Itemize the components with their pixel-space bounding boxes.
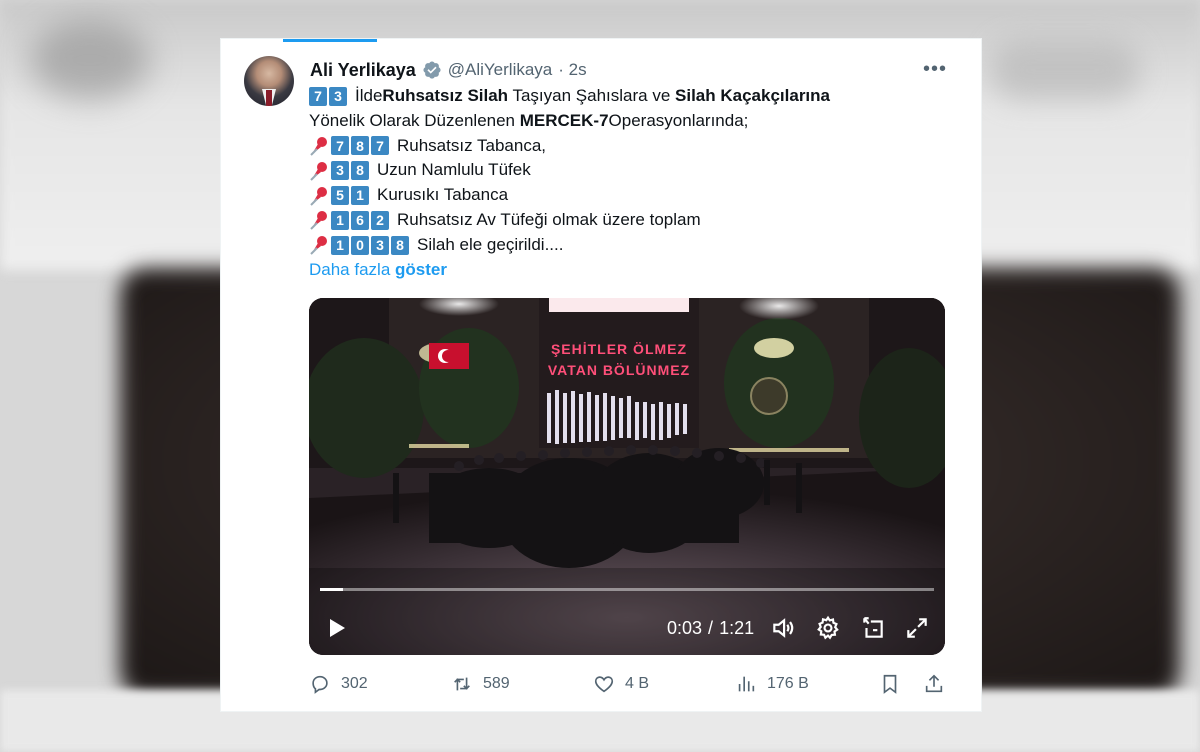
keycap-group: 1 6 2 <box>331 210 391 230</box>
heart-icon <box>594 676 614 693</box>
like-count: 4 B <box>625 675 650 692</box>
video-time: 0:03 / 1:21 <box>667 616 754 640</box>
author-name[interactable]: Ali Yerlikaya <box>310 60 416 81</box>
repost-count: 589 <box>483 675 510 692</box>
text-segment: İlde <box>355 86 383 105</box>
current-time: 0:03 <box>667 617 703 638</box>
list-item-text: Ruhsatsız Av Tüfeği olmak üzere toplam <box>397 209 701 229</box>
repost-button[interactable]: 589 <box>451 671 510 697</box>
list-item-text: Silah ele geçirildi.... <box>417 234 564 254</box>
pushpin-icon <box>310 211 327 231</box>
keycap-digit: 7 <box>331 136 349 156</box>
video-player[interactable]: ŞEHİTLER ÖLMEZ VATAN BÖLÜNMEZ 0:03 / 1:2… <box>309 298 945 655</box>
keycap-digit: 8 <box>351 161 369 181</box>
keycap-group: 1 0 3 8 <box>331 235 411 255</box>
bold-segment: Ruhsatsız Silah <box>382 86 509 105</box>
tweet-header: Ali Yerlikaya @AliYerlikaya · 2s <box>310 58 587 82</box>
keycap-digit: 3 <box>371 235 389 255</box>
keycap-digit: 5 <box>331 186 349 206</box>
like-button[interactable]: 4 B <box>593 671 649 697</box>
keycap-digit: 1 <box>351 186 369 206</box>
bold-segment: MERCEK-7 <box>519 110 609 130</box>
video-progress-fill <box>320 588 343 591</box>
bookmark-icon <box>883 674 897 694</box>
keycap-digit: 7 <box>371 136 389 156</box>
keycap-digit: 3 <box>331 161 349 181</box>
tweet-line-1: 7 3 İlde Ruhsatsız Silah Taşıyan Şahısla… <box>309 84 959 109</box>
picture-in-picture-icon[interactable] <box>860 615 886 641</box>
share-icon <box>925 674 943 693</box>
tweet-time[interactable]: · 2s <box>558 60 586 80</box>
repost-icon <box>454 677 470 691</box>
share-button[interactable] <box>923 671 945 697</box>
views-button[interactable]: 176 B <box>735 671 809 697</box>
keycap-digit: 6 <box>351 210 369 230</box>
keycap-group: 7 8 7 <box>331 136 391 156</box>
show-more-text: Daha fazla <box>309 259 395 279</box>
video-progress-bar[interactable] <box>320 588 934 591</box>
list-item: 3 8 Uzun Namlulu Tüfek <box>309 158 959 183</box>
reply-count: 302 <box>341 675 368 692</box>
pushpin-icon <box>310 161 327 181</box>
keycap-digit: 2 <box>371 210 389 230</box>
video-controls: 0:03 / 1:21 <box>309 608 945 648</box>
avatar[interactable] <box>244 56 294 106</box>
tweet-card: Ali Yerlikaya @AliYerlikaya · 2s ••• 7 3… <box>220 38 982 712</box>
verified-badge-icon <box>423 61 441 79</box>
pushpin-icon <box>310 186 327 206</box>
video-frame: ŞEHİTLER ÖLMEZ VATAN BÖLÜNMEZ <box>309 298 945 655</box>
keycap-digit: 1 <box>331 210 349 230</box>
keycap-digit: 8 <box>351 136 369 156</box>
author-handle[interactable]: @AliYerlikaya <box>448 60 553 80</box>
reply-button[interactable]: 302 <box>309 671 368 697</box>
list-item: 5 1 Kurusıkı Tabanca <box>309 183 959 208</box>
reply-icon <box>312 675 328 694</box>
keycap-digit: 3 <box>329 86 347 106</box>
sign-line-1: ŞEHİTLER ÖLMEZ <box>551 341 687 357</box>
tweet-actions: 302 589 4 B 176 B <box>309 671 949 697</box>
list-item: 1 0 3 8 Silah ele geçirildi.... <box>309 233 959 258</box>
list-item: 1 6 2 Ruhsatsız Av Tüfeği olmak üzere to… <box>309 208 959 233</box>
tweet-text: 7 3 İlde Ruhsatsız Silah Taşıyan Şahısla… <box>309 84 959 282</box>
keycap-digit: 8 <box>391 235 409 255</box>
bookmark-button[interactable] <box>879 671 901 697</box>
play-icon[interactable] <box>325 616 349 640</box>
list-item-text: Ruhsatsız Tabanca, <box>397 135 546 155</box>
keycap-group: 7 3 <box>309 86 349 106</box>
sign-line-2: VATAN BÖLÜNMEZ <box>548 362 690 378</box>
list-item-text: Kurusıkı Tabanca <box>377 185 509 205</box>
keycap-group: 3 8 <box>331 161 371 181</box>
show-more-bold: göster <box>395 259 447 279</box>
settings-gear-icon[interactable] <box>815 615 841 641</box>
more-options-icon[interactable]: ••• <box>921 57 949 81</box>
list-item-text: Uzun Namlulu Tüfek <box>377 160 531 180</box>
duration: 1:21 <box>719 617 755 638</box>
show-more-link[interactable]: Daha fazla göster <box>309 258 959 283</box>
fullscreen-icon[interactable] <box>904 615 930 641</box>
view-count: 176 B <box>767 675 809 692</box>
text-segment: Operasyonlarında; <box>608 110 749 130</box>
volume-icon[interactable] <box>770 615 796 641</box>
keycap-digit: 1 <box>331 235 349 255</box>
tab-indicator <box>283 39 377 42</box>
keycap-digit: 7 <box>309 86 327 106</box>
list-item: 7 8 7 Ruhsatsız Tabanca, <box>309 134 959 159</box>
bold-segment: Silah Kaçakçılarına <box>675 86 830 105</box>
keycap-digit: 0 <box>351 235 369 255</box>
time-separator: / <box>708 617 714 638</box>
pushpin-icon <box>310 236 327 255</box>
tweet-line-2: Yönelik Olarak Düzenlenen MERCEK-7 Opera… <box>309 109 959 134</box>
text-segment: Taşıyan Şahıslara ve <box>508 86 676 105</box>
pushpin-icon <box>310 136 327 156</box>
text-segment: Yönelik Olarak Düzenlenen <box>309 110 520 130</box>
keycap-group: 5 1 <box>331 186 371 206</box>
analytics-icon <box>738 676 755 692</box>
